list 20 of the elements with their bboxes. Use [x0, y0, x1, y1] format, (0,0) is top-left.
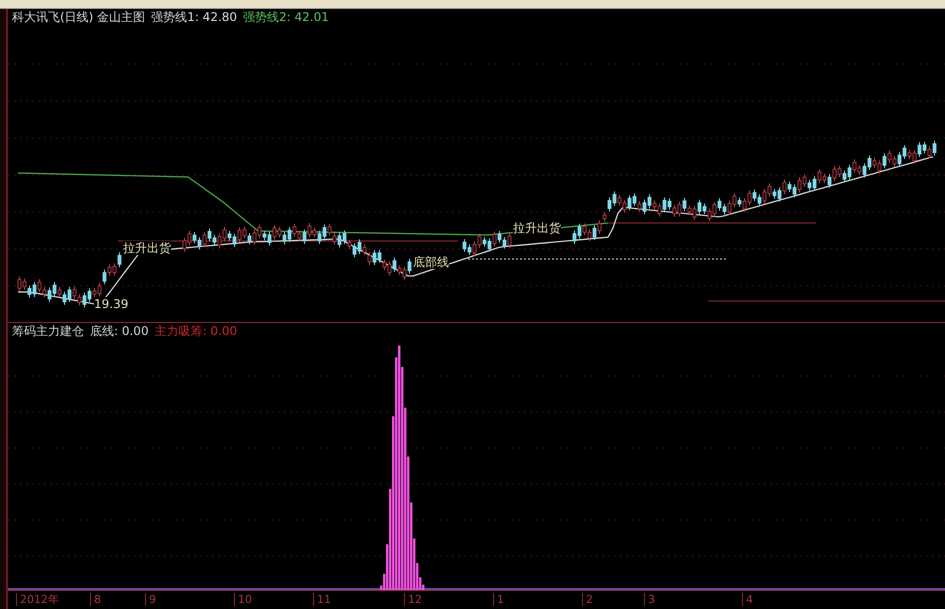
- legend-text: 筹码主力建仓: [12, 322, 84, 340]
- axis-label: 2012年: [16, 593, 59, 606]
- axis-label: 8: [90, 593, 101, 606]
- legend-text: 科大讯飞(日线) 金山主图: [12, 9, 146, 26]
- axis-label: 2: [582, 593, 593, 606]
- chart-annotation: 底部线: [413, 254, 449, 269]
- axis-label: 11: [313, 593, 331, 606]
- legend-text: 强势线2: 42.01: [243, 9, 329, 26]
- legend-text: 强势线1: 42.80: [151, 9, 238, 26]
- chart-annotation: 拉升出货: [513, 220, 561, 235]
- axis-label: 9: [145, 593, 156, 606]
- axis-label: 3: [644, 593, 655, 606]
- chart-annotation: 拉升出货: [123, 240, 171, 255]
- axis-label: 10: [234, 593, 252, 606]
- legend-text: 主力吸筹: 0.00: [154, 322, 238, 340]
- axis-label: 4: [742, 593, 753, 606]
- chart-annotation: 19.39: [94, 296, 128, 311]
- legend-text: 底线: 0.00: [90, 322, 149, 340]
- axis-label: 1: [493, 593, 504, 606]
- axis-label: 12: [404, 593, 422, 606]
